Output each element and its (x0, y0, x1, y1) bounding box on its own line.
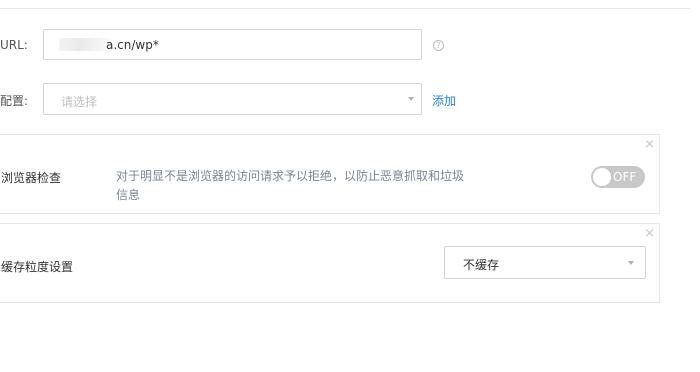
close-icon[interactable]: × (644, 227, 655, 241)
close-icon[interactable]: × (644, 138, 655, 152)
url-input-value: a.cn/wp* (106, 38, 159, 52)
browser-check-card: × 浏览器检查 对于明显不是浏览器的访问请求予以拒绝，以防止恶意抓取和垃圾信息 … (0, 134, 660, 214)
config-select[interactable]: 请选择 (43, 83, 422, 115)
chevron-down-icon (628, 261, 634, 265)
config-label: 配置: (0, 94, 29, 108)
question-circle-icon[interactable]: ? (433, 40, 444, 51)
browser-check-description: 对于明显不是浏览器的访问请求予以拒绝，以防止恶意抓取和垃圾信息 (116, 169, 465, 202)
top-divider (0, 8, 690, 9)
cache-setting-title: 缓存粒度设置 (1, 260, 74, 274)
chevron-down-icon (408, 97, 414, 101)
toggle-state-label: OFF (613, 170, 637, 184)
url-label: URL: (0, 38, 28, 52)
config-select-placeholder: 请选择 (61, 95, 98, 109)
url-input[interactable]: a.cn/wp* (43, 29, 422, 60)
url-redacted-area (59, 38, 111, 51)
cache-select-value: 不缓存 (463, 258, 500, 272)
cache-setting-card: × 缓存粒度设置 不缓存 (0, 223, 660, 303)
browser-check-title: 浏览器检查 (1, 171, 62, 185)
browser-check-toggle[interactable]: OFF (591, 166, 645, 188)
add-config-link[interactable]: 添加 (432, 92, 456, 109)
toggle-knob (593, 168, 611, 186)
cache-granularity-select[interactable]: 不缓存 (444, 246, 646, 279)
